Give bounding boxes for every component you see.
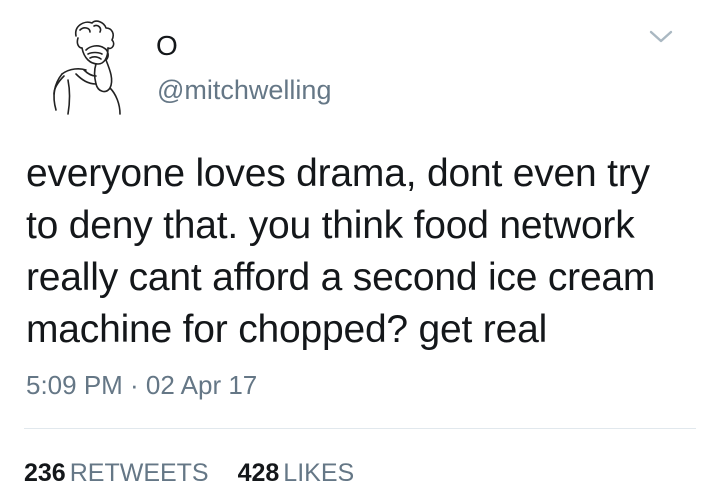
tweet-text: everyone loves drama, dont even try to d… <box>26 148 706 356</box>
display-name[interactable]: O <box>156 30 178 62</box>
tweet-text-line: really cant afford a second ice cream <box>26 256 656 299</box>
likes-label: LIKES <box>283 459 355 487</box>
tweet-timestamp[interactable]: 5:09 PM · 02 Apr 17 <box>26 369 257 401</box>
chevron-down-icon[interactable] <box>648 29 674 45</box>
avatar[interactable] <box>24 14 136 122</box>
tweet-text-line: to deny that. you think food network <box>26 204 635 247</box>
retweets-label: RETWEETS <box>69 459 209 487</box>
tweet-stats: 236 RETWEETS 428 LIKES <box>24 456 376 490</box>
likes-stat[interactable]: 428 LIKES <box>238 456 355 490</box>
likes-count: 428 <box>237 459 280 487</box>
retweets-count: 236 <box>24 459 66 487</box>
divider <box>24 428 696 429</box>
retweets-stat[interactable]: 236 RETWEETS <box>24 456 209 490</box>
user-handle[interactable]: @mitchwelling <box>157 74 331 106</box>
tweet-text-line: everyone loves drama, dont even try <box>26 152 650 195</box>
tweet-text-line: machine for chopped? get real <box>26 308 548 351</box>
